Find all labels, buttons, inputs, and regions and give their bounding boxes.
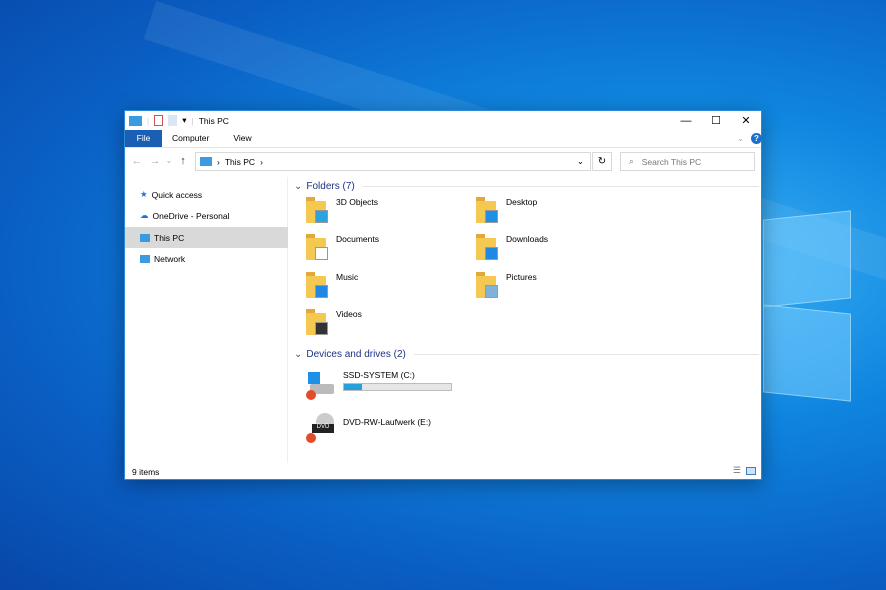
cloud-icon: ☁: [140, 210, 149, 220]
help-icon[interactable]: ?: [751, 133, 762, 144]
search-placeholder: Search This PC: [641, 156, 702, 167]
chevron-down-icon: ⌄: [294, 349, 303, 360]
folder-icon: [306, 197, 328, 223]
folder-label: Music: [336, 272, 359, 282]
folder-item[interactable]: Pictures: [476, 272, 636, 298]
recent-locations-icon[interactable]: ⌄: [164, 156, 174, 165]
folder-label: 3D Objects: [336, 197, 379, 207]
chevron-right-icon: ›: [217, 156, 220, 167]
drive-label: SSD-SYSTEM (C:): [343, 370, 415, 380]
quick-access-dropdown-icon[interactable]: ▾: [182, 115, 186, 126]
new-folder-icon[interactable]: [168, 115, 178, 126]
ribbon-tabs: File Computer View ⌄ ?: [125, 130, 762, 147]
drive-usage-bar: [343, 383, 452, 391]
sidebar-item-onedrive[interactable]: ☁ OneDrive - Personal: [125, 205, 288, 226]
drive-label: DVD-RW-Laufwerk (E:): [343, 417, 432, 427]
file-explorer-window: | ▾ | This PC — ☐ ✕ File Computer View ⌄…: [124, 110, 762, 480]
folder-label: Documents: [336, 234, 379, 244]
dvd-drive-icon: DVD: [306, 413, 336, 443]
tab-file[interactable]: File: [125, 130, 162, 147]
window-title: This PC: [198, 115, 229, 126]
navigation-pane: ★ Quick access ☁ OneDrive - Personal This …: [125, 177, 288, 463]
tab-computer[interactable]: Computer: [162, 130, 221, 147]
close-button[interactable]: ✕: [731, 111, 761, 130]
large-icons-view-icon[interactable]: [746, 467, 756, 475]
folder-item[interactable]: Videos: [306, 309, 466, 335]
folder-item[interactable]: Documents: [306, 234, 466, 260]
folder-item[interactable]: 3D Objects: [306, 197, 466, 223]
computer-icon: [200, 157, 212, 166]
folder-icon: [306, 234, 328, 260]
folder-icon: [306, 272, 328, 298]
folder-label: Pictures: [506, 272, 537, 282]
expand-ribbon-icon[interactable]: ⌄: [737, 133, 744, 144]
tab-view[interactable]: View: [221, 130, 263, 147]
title-bar: | ▾ | This PC — ☐ ✕: [125, 111, 761, 130]
back-button[interactable]: ←: [128, 155, 146, 167]
breadcrumb-this-pc[interactable]: This PC: [225, 157, 255, 167]
address-dropdown-icon[interactable]: ⌄: [577, 156, 584, 167]
up-button[interactable]: ↑: [174, 155, 192, 167]
star-icon: ★: [140, 189, 148, 199]
computer-icon: [140, 233, 150, 242]
folder-item[interactable]: Desktop: [476, 197, 636, 223]
chevron-down-icon: ⌄: [294, 181, 303, 192]
refresh-button[interactable]: ↻: [592, 152, 612, 171]
folder-item[interactable]: Downloads: [476, 234, 636, 260]
folder-item[interactable]: Music: [306, 272, 466, 298]
folder-icon: [476, 234, 498, 260]
system-drive-icon: [306, 370, 336, 400]
folder-label: Downloads: [506, 234, 549, 244]
status-item-count: 9 items: [132, 467, 160, 477]
folder-icon: [306, 309, 328, 335]
folder-icon: [476, 197, 498, 223]
computer-icon: [129, 115, 142, 126]
folders-group-header[interactable]: ⌄ Folders (7): [294, 181, 759, 192]
address-bar[interactable]: › This PC › ⌄: [195, 152, 591, 171]
folder-label: Videos: [336, 309, 362, 319]
minimize-button[interactable]: —: [671, 111, 701, 130]
maximize-button[interactable]: ☐: [701, 111, 731, 130]
folder-icon: [476, 272, 498, 298]
search-input[interactable]: ⌕ Search This PC: [620, 152, 755, 171]
folder-label: Desktop: [506, 197, 538, 207]
sidebar-item-network[interactable]: Network: [125, 248, 288, 269]
details-view-icon[interactable]: ☰: [733, 465, 741, 476]
sidebar-item-quick-access[interactable]: ★ Quick access: [125, 184, 288, 205]
address-row: ← → ⌄ ↑ › This PC › ⌄ ↻ ⌕ Search This PC: [125, 147, 761, 173]
sidebar-item-this-pc[interactable]: This PC: [125, 227, 288, 248]
windows-logo-wallpaper: [763, 205, 853, 405]
forward-button[interactable]: →: [146, 155, 164, 167]
network-icon: [140, 254, 150, 263]
drive-c[interactable]: SSD-SYSTEM (C:): [306, 370, 452, 400]
drives-group-header[interactable]: ⌄ Devices and drives (2): [294, 349, 759, 360]
chevron-right-icon[interactable]: ›: [260, 157, 263, 167]
drive-e[interactable]: DVD DVD-RW-Laufwerk (E:): [306, 413, 431, 443]
search-icon: ⌕: [629, 156, 634, 166]
content-pane: ⌄ Folders (7) 3D Objects Desktop Documents D…: [290, 177, 761, 463]
properties-icon[interactable]: [154, 115, 164, 126]
